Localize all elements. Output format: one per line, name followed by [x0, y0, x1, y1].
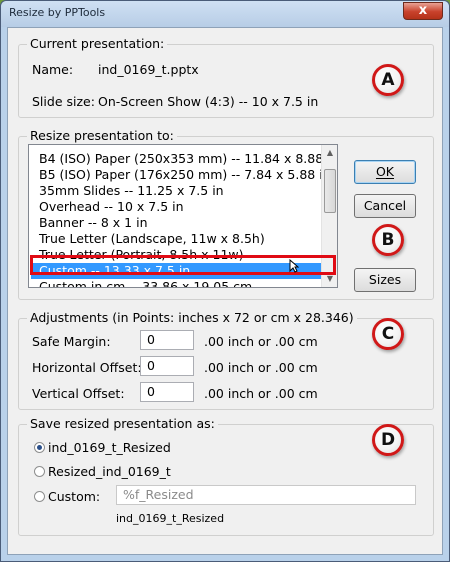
name-label: Name:: [32, 62, 74, 77]
horizontal-offset-label: Horizontal Offset:: [32, 360, 142, 375]
dialog-body: Current presentation: Name: ind_0169_t.p…: [7, 27, 443, 555]
current-presentation-title: Current presentation:: [27, 36, 168, 51]
list-scrollbar[interactable]: ▲ ▼: [321, 145, 337, 287]
vertical-offset-label: Vertical Offset:: [32, 386, 125, 401]
radio-option-custom-label[interactable]: Custom:: [48, 489, 100, 504]
slide-size-value: On-Screen Show (4:3) -- 10 x 7.5 in: [98, 94, 319, 109]
adjustments-title: Adjustments (in Points: inches x 72 or c…: [27, 310, 357, 325]
badge-c: C: [372, 318, 404, 350]
sizes-button[interactable]: Sizes: [354, 268, 416, 292]
radio-option-resized-label[interactable]: ind_0169_t_Resized: [48, 440, 171, 455]
list-item[interactable]: True Letter (Landscape, 11w x 8.5h): [39, 231, 265, 247]
radio-option-custom[interactable]: [34, 491, 45, 502]
vertical-offset-hint: .00 inch or .00 cm: [204, 386, 318, 401]
window-title: Resize by PPTools: [9, 6, 106, 19]
custom-name-preview: ind_0169_t_Resized: [116, 512, 225, 525]
horizontal-offset-hint: .00 inch or .00 cm: [204, 360, 318, 375]
list-item-selected[interactable]: Custom -- 13.33 x 7.5 in: [31, 263, 321, 279]
scroll-up-arrow-icon[interactable]: ▲: [322, 145, 337, 161]
list-item[interactable]: 35mm Slides -- 11.25 x 7.5 in: [39, 183, 224, 199]
safe-margin-label: Safe Margin:: [32, 334, 111, 349]
custom-name-input[interactable]: %f_Resized: [116, 485, 416, 505]
title-bar[interactable]: Resize by PPTools x: [1, 1, 449, 27]
scroll-down-arrow-icon[interactable]: ▼: [322, 271, 337, 287]
dialog-window: Resize by PPTools x Current presentation…: [0, 0, 450, 562]
badge-a: A: [372, 64, 404, 96]
cancel-button[interactable]: Cancel: [354, 194, 416, 218]
horizontal-offset-input[interactable]: 0: [140, 356, 194, 376]
list-item[interactable]: Custom in cm -- 33,86 x 19,05 cm: [39, 279, 252, 287]
safe-margin-hint: .00 inch or .00 cm: [204, 334, 318, 349]
list-item[interactable]: B5 (ISO) Paper (176x250 mm) -- 7.84 x 5.…: [39, 167, 331, 183]
list-item[interactable]: True Letter (Portrait, 8.5h x 11w): [39, 247, 244, 263]
save-as-title: Save resized presentation as:: [27, 416, 218, 431]
name-value: ind_0169_t.pptx: [98, 62, 199, 77]
radio-option-resized[interactable]: [34, 442, 45, 453]
badge-b: B: [372, 224, 404, 256]
ok-button[interactable]: OK: [354, 160, 416, 184]
list-item[interactable]: B4 (ISO) Paper (250x353 mm) -- 11.84 x 8…: [39, 151, 337, 167]
radio-option-prefix[interactable]: [34, 466, 45, 477]
safe-margin-input[interactable]: 0: [140, 330, 194, 350]
resize-to-title: Resize presentation to:: [27, 128, 177, 143]
badge-d: D: [372, 424, 404, 456]
list-item[interactable]: Banner -- 8 x 1 in: [39, 215, 148, 231]
close-button[interactable]: x: [403, 2, 443, 20]
ok-button-label: OK: [375, 164, 395, 179]
radio-option-prefix-label[interactable]: Resized_ind_0169_t: [48, 464, 171, 479]
cancel-button-label: Cancel: [363, 198, 407, 213]
list-item[interactable]: Overhead -- 10 x 7.5 in: [39, 199, 184, 215]
mouse-cursor-icon: [289, 259, 299, 273]
scroll-thumb[interactable]: [324, 169, 336, 213]
sizes-button-label: Sizes: [368, 272, 402, 287]
vertical-offset-input[interactable]: 0: [140, 382, 194, 402]
slide-size-label: Slide size:: [32, 94, 95, 109]
